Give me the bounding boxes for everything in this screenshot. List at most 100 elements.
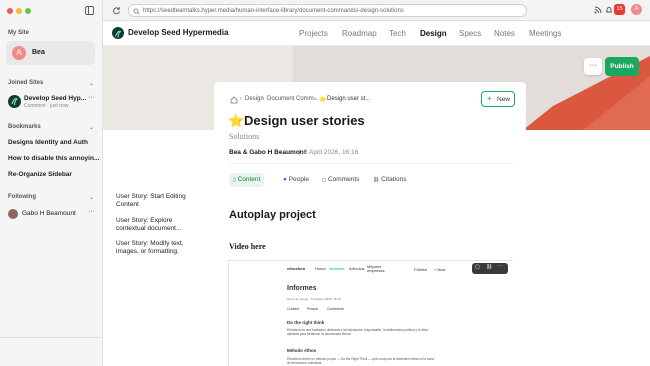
preview-title: Informes — [287, 285, 317, 292]
nav-link-specs[interactable]: Specs — [459, 29, 481, 38]
more-icon[interactable]: ··· — [88, 208, 95, 215]
comment-icon: ◻ — [322, 177, 327, 183]
star-icon: ⭐ — [319, 97, 327, 103]
app-window: My Site A Bea Joined Sites ⌄ Develop See… — [0, 0, 650, 366]
my-site-card[interactable]: A Bea — [6, 41, 95, 65]
breadcrumb-item[interactable]: Document Comm... — [267, 96, 319, 102]
tab-people[interactable]: ● People — [279, 173, 313, 187]
breadcrumb-item[interactable]: Design — [245, 96, 264, 102]
video-label: Video here — [229, 242, 266, 251]
my-site-avatar: A — [12, 46, 26, 60]
link-icon[interactable]: ⛓ — [486, 264, 492, 270]
breadcrumb-item-current[interactable]: Design user st... — [327, 96, 370, 102]
preview-nav: Informes — [329, 266, 345, 271]
nav-link-projects[interactable]: Projects — [299, 29, 328, 38]
joined-sites-heading: Joined Sites — [8, 80, 44, 86]
site-header: Develop Seed Hypermedia Projects Roadmap… — [103, 21, 650, 46]
nav-link-roadmap[interactable]: Roadmap — [342, 29, 377, 38]
seed-logo-icon — [115, 30, 122, 38]
following-avatar — [8, 209, 18, 219]
preview-publish: Publish — [414, 267, 428, 272]
document-title: Design user stories — [244, 113, 365, 128]
document-date: 8 April 2026, 16:16 — [304, 149, 359, 156]
url-field[interactable]: https://seedteamtalks.hyper.media/human-… — [128, 4, 527, 17]
preview-paragraph: Ethosfera es una fundación dedicada a la… — [287, 328, 429, 336]
bell-icon[interactable] — [605, 6, 613, 14]
sidebar-toggle-icon[interactable] — [85, 6, 94, 15]
preview-nav: Artículos — [349, 266, 365, 271]
close-window-button[interactable] — [7, 8, 13, 14]
chevron-down-icon[interactable]: ⌄ — [89, 80, 94, 87]
my-site-heading: My Site — [8, 30, 30, 36]
chevron-down-icon[interactable]: ⌄ — [89, 124, 94, 131]
tab-comments[interactable]: ◻ Comments — [318, 173, 363, 187]
preview-heading: Do the right think — [287, 320, 325, 325]
preview-site-name: ethosfera — [287, 266, 306, 271]
joined-site-avatar — [8, 95, 21, 108]
sidebar-divider — [0, 337, 103, 338]
divider — [229, 163, 513, 164]
bookmark-item[interactable]: Re-Organize Sidebar — [8, 171, 72, 178]
preview-nav: Mejores empresas — [367, 264, 385, 273]
maximize-window-button[interactable] — [25, 8, 31, 14]
link-icon: ⛓ — [373, 177, 380, 183]
more-button[interactable]: ··· — [584, 58, 602, 75]
preview-nav: Home — [315, 266, 326, 271]
file-icon: ▯ — [233, 177, 236, 183]
outline-item[interactable]: User Story: Explore contextual document.… — [116, 217, 200, 233]
preview-paragraph: Ethosfera ofrece un método propio — Do t… — [287, 357, 435, 365]
home-icon[interactable] — [230, 96, 238, 104]
preview-tab: Comments — [327, 307, 344, 311]
outline-item[interactable]: User Story: Start Editing Content — [116, 193, 200, 209]
preview-new: + New — [434, 267, 446, 272]
my-site-name: Bea — [32, 49, 45, 56]
preview-tab: Content — [287, 307, 300, 311]
breadcrumb-separator: › — [314, 96, 316, 102]
meta-separator: | — [299, 149, 301, 156]
new-button-label: New — [497, 96, 511, 103]
outline-item[interactable]: User Story: Modify text, images, or form… — [116, 240, 200, 256]
nav-link-notes[interactable]: Notes — [494, 29, 515, 38]
nav-link-tech[interactable]: Tech — [389, 29, 406, 38]
account-avatar[interactable]: A — [631, 4, 642, 15]
preview-heading: Método éthos — [287, 348, 317, 353]
seed-logo-icon — [11, 98, 18, 106]
new-button[interactable]: + New — [481, 91, 515, 107]
comment-icon[interactable]: ▢ — [475, 264, 480, 270]
section-heading: Autoplay project — [229, 209, 316, 221]
publish-button[interactable]: Publish — [605, 57, 639, 76]
tab-content[interactable]: ▯ Content — [229, 173, 265, 187]
refresh-icon[interactable] — [112, 6, 121, 15]
chevron-down-icon[interactable]: ⌄ — [89, 194, 94, 201]
bookmark-item[interactable]: Designs Identity and Auth — [8, 139, 88, 146]
preview-tab: People — [307, 307, 318, 311]
joined-site-name[interactable]: Develop Seed Hyp... — [24, 95, 86, 102]
url-text: https://seedteamtalks.hyper.media/human-… — [143, 8, 404, 14]
nav-link-design[interactable]: Design — [420, 29, 447, 38]
rss-icon[interactable] — [594, 6, 602, 14]
joined-site-subtitle: Comment · just now — [24, 103, 69, 109]
search-icon — [133, 8, 140, 15]
bookmark-item[interactable]: How to disable this annoyin... — [8, 155, 99, 162]
video-embed[interactable]: ethosfera Home Informes Artículos Mejore… — [228, 260, 514, 366]
plus-icon: + — [487, 94, 492, 103]
tab-citations[interactable]: ⛓ Citations — [369, 173, 410, 187]
browser-bar: https://seedteamtalks.hyper.media/human-… — [103, 0, 650, 21]
notification-badge[interactable]: 15 — [614, 4, 625, 15]
breadcrumb-separator: › — [262, 96, 264, 102]
nav-link-meetings[interactable]: Meetings — [529, 29, 561, 38]
sidebar: My Site A Bea Joined Sites ⌄ Develop See… — [0, 0, 103, 366]
more-icon[interactable]: ··· — [497, 263, 503, 269]
following-item[interactable]: Gabo H Beamount — [22, 210, 76, 217]
breadcrumb-separator: › — [240, 96, 242, 102]
title-emoji: ⭐ — [228, 113, 245, 128]
embed-toolbar[interactable]: ▢ ⛓ ··· — [472, 263, 508, 274]
people-icon: ● — [283, 176, 287, 183]
bookmarks-heading: Bookmarks — [8, 124, 41, 130]
more-icon[interactable]: ··· — [88, 94, 95, 101]
following-heading: Following — [8, 194, 36, 200]
site-logo[interactable] — [112, 27, 124, 39]
site-name[interactable]: Develop Seed Hypermedia — [128, 28, 228, 37]
document-authors[interactable]: Bea & Gabo H Beaumont — [229, 149, 306, 156]
minimize-window-button[interactable] — [16, 8, 22, 14]
